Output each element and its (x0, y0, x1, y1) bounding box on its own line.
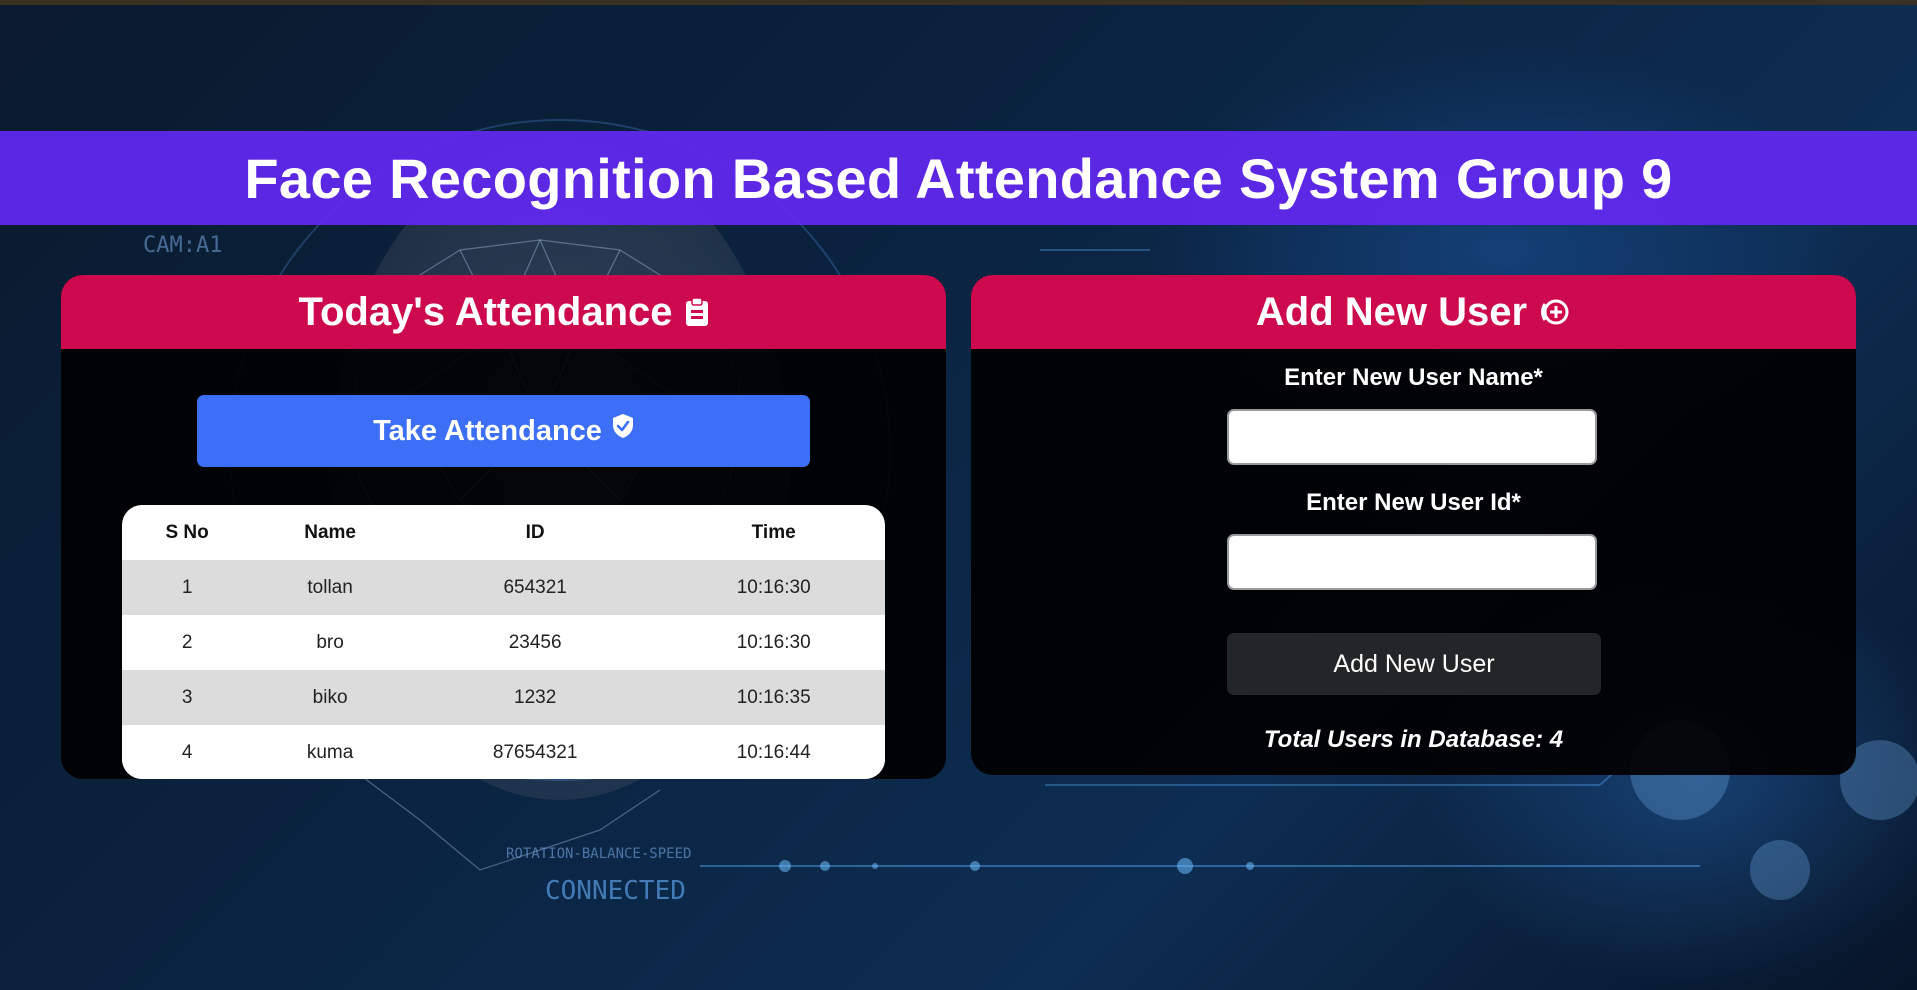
cell-sno: 3 (122, 670, 253, 725)
cell-sno: 4 (122, 725, 253, 779)
cell-name: kuma (252, 725, 408, 779)
plus-circle-icon (1539, 296, 1571, 328)
add-user-panel-header: Add New User (971, 275, 1856, 349)
cam-label: CAM:A1 (143, 233, 222, 258)
cell-time: 10:16:44 (662, 725, 885, 779)
table-row: 1 tollan 654321 10:16:30 (122, 560, 885, 615)
cell-time: 10:16:30 (662, 560, 885, 615)
take-attendance-button[interactable]: Take Attendance (197, 395, 810, 467)
page-title: Face Recognition Based Attendance System… (244, 146, 1673, 210)
table-row: 2 bro 23456 10:16:30 (122, 615, 885, 670)
column-header-time: Time (751, 521, 796, 543)
user-name-label: Enter New User Name* (1284, 364, 1543, 391)
take-attendance-label: Take Attendance (373, 414, 602, 447)
column-header-sno: S No (165, 521, 209, 543)
table-row: 4 kuma 87654321 10:16:44 (122, 725, 885, 779)
cell-sno: 2 (122, 615, 253, 670)
cell-time: 10:16:30 (662, 615, 885, 670)
cell-id: 87654321 (407, 725, 663, 779)
cell-name: bro (252, 615, 408, 670)
attendance-table-card: S No Name ID Time 1 tollan 654321 10:16:… (122, 505, 885, 779)
table-row: 3 biko 1232 10:16:35 (122, 670, 885, 725)
cell-time: 10:16:35 (662, 670, 885, 725)
add-new-user-button[interactable]: Add New User (1227, 633, 1601, 695)
shield-check-icon (612, 413, 634, 439)
attendance-panel-header: Today's Attendance (61, 275, 946, 349)
user-name-input[interactable] (1227, 409, 1597, 465)
cell-id: 1232 (407, 670, 663, 725)
add-user-panel: Add New User Enter New User Name* Enter … (971, 275, 1856, 775)
cell-name: tollan (252, 560, 408, 615)
user-id-label: Enter New User Id* (1306, 489, 1521, 516)
table-header-row: S No Name ID Time (122, 505, 885, 560)
total-users-text: Total Users in Database: 4 (1263, 726, 1564, 753)
attendance-heading: Today's Attendance (298, 289, 673, 334)
cell-id: 23456 (407, 615, 663, 670)
user-id-input[interactable] (1227, 534, 1597, 590)
add-user-heading: Add New User (1255, 289, 1528, 334)
connected-label: CONNECTED (545, 876, 686, 906)
clipboard-icon (685, 297, 709, 327)
cell-id: 654321 (407, 560, 663, 615)
attendance-table: S No Name ID Time 1 tollan 654321 10:16:… (122, 505, 885, 779)
cell-sno: 1 (122, 560, 253, 615)
column-header-id: ID (525, 521, 545, 543)
rotation-label: ROTATION-BALANCE-SPEED (506, 846, 691, 862)
title-banner: Face Recognition Based Attendance System… (0, 131, 1917, 225)
attendance-panel: Today's Attendance Take Attendance S No (61, 275, 946, 779)
column-header-name: Name (304, 521, 356, 543)
cell-name: biko (252, 670, 408, 725)
